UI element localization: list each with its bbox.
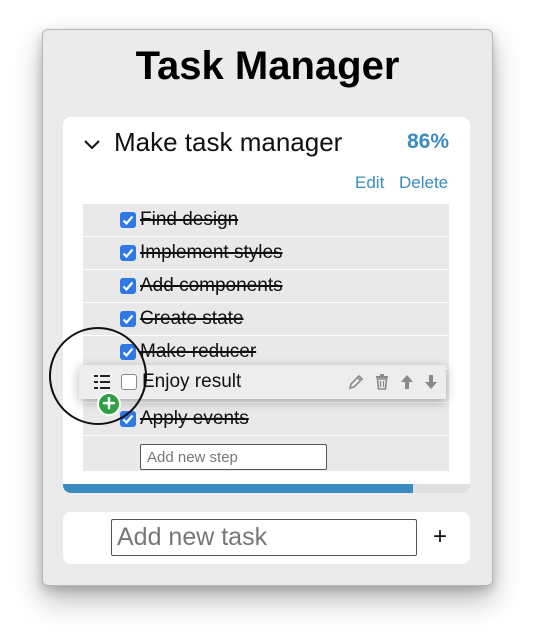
arrow-down-icon[interactable] [422, 373, 440, 391]
trash-icon[interactable] [373, 373, 391, 391]
step-row: Add components [83, 270, 449, 303]
edit-task-link[interactable]: Edit [355, 173, 384, 193]
step-label: Apply events [140, 408, 249, 429]
task-progress-bar [63, 484, 470, 493]
task-progress-percent: 86% [406, 130, 449, 153]
step-checkbox[interactable] [120, 278, 136, 294]
step-checkbox[interactable] [121, 374, 137, 390]
arrow-up-icon[interactable] [398, 373, 416, 391]
chevron-down-icon[interactable] [83, 135, 101, 153]
step-label: Enjoy result [142, 371, 242, 392]
step-checkbox[interactable] [120, 411, 136, 427]
drag-copy-plus-icon [97, 392, 121, 416]
step-row: Apply events [83, 403, 449, 436]
step-checkbox[interactable] [120, 311, 136, 327]
pencil-icon[interactable] [347, 373, 365, 391]
step-label: Make reducer [140, 341, 257, 362]
new-step-input[interactable] [140, 444, 327, 470]
step-checkbox[interactable] [120, 344, 136, 360]
step-row: Find design [83, 204, 449, 237]
new-task-card: + [63, 512, 470, 564]
step-label: Create state [140, 308, 244, 329]
new-task-input[interactable] [111, 519, 417, 556]
step-row: Implement styles [83, 237, 449, 270]
app-title: Task Manager [135, 44, 400, 88]
step-label: Find design [140, 209, 239, 230]
task-card: Make task manager 86% Edit Delete Find d… [63, 117, 470, 493]
add-task-button[interactable]: + [427, 523, 453, 551]
task-progress-fill [63, 484, 414, 493]
step-checkbox[interactable] [120, 212, 136, 228]
delete-task-link[interactable]: Delete [399, 173, 448, 193]
step-checkbox[interactable] [120, 245, 136, 261]
app-window: Task Manager Make task manager 86% Edit … [42, 29, 493, 586]
drag-handle-icon[interactable] [94, 374, 110, 390]
step-list: Find design Implement styles Add compone… [83, 204, 449, 471]
step-label: Implement styles [140, 242, 283, 263]
task-name: Make task manager [114, 127, 343, 157]
dragged-step-row[interactable]: Enjoy result [79, 365, 446, 399]
step-label: Add components [140, 275, 283, 296]
step-row: Create state [83, 303, 449, 336]
